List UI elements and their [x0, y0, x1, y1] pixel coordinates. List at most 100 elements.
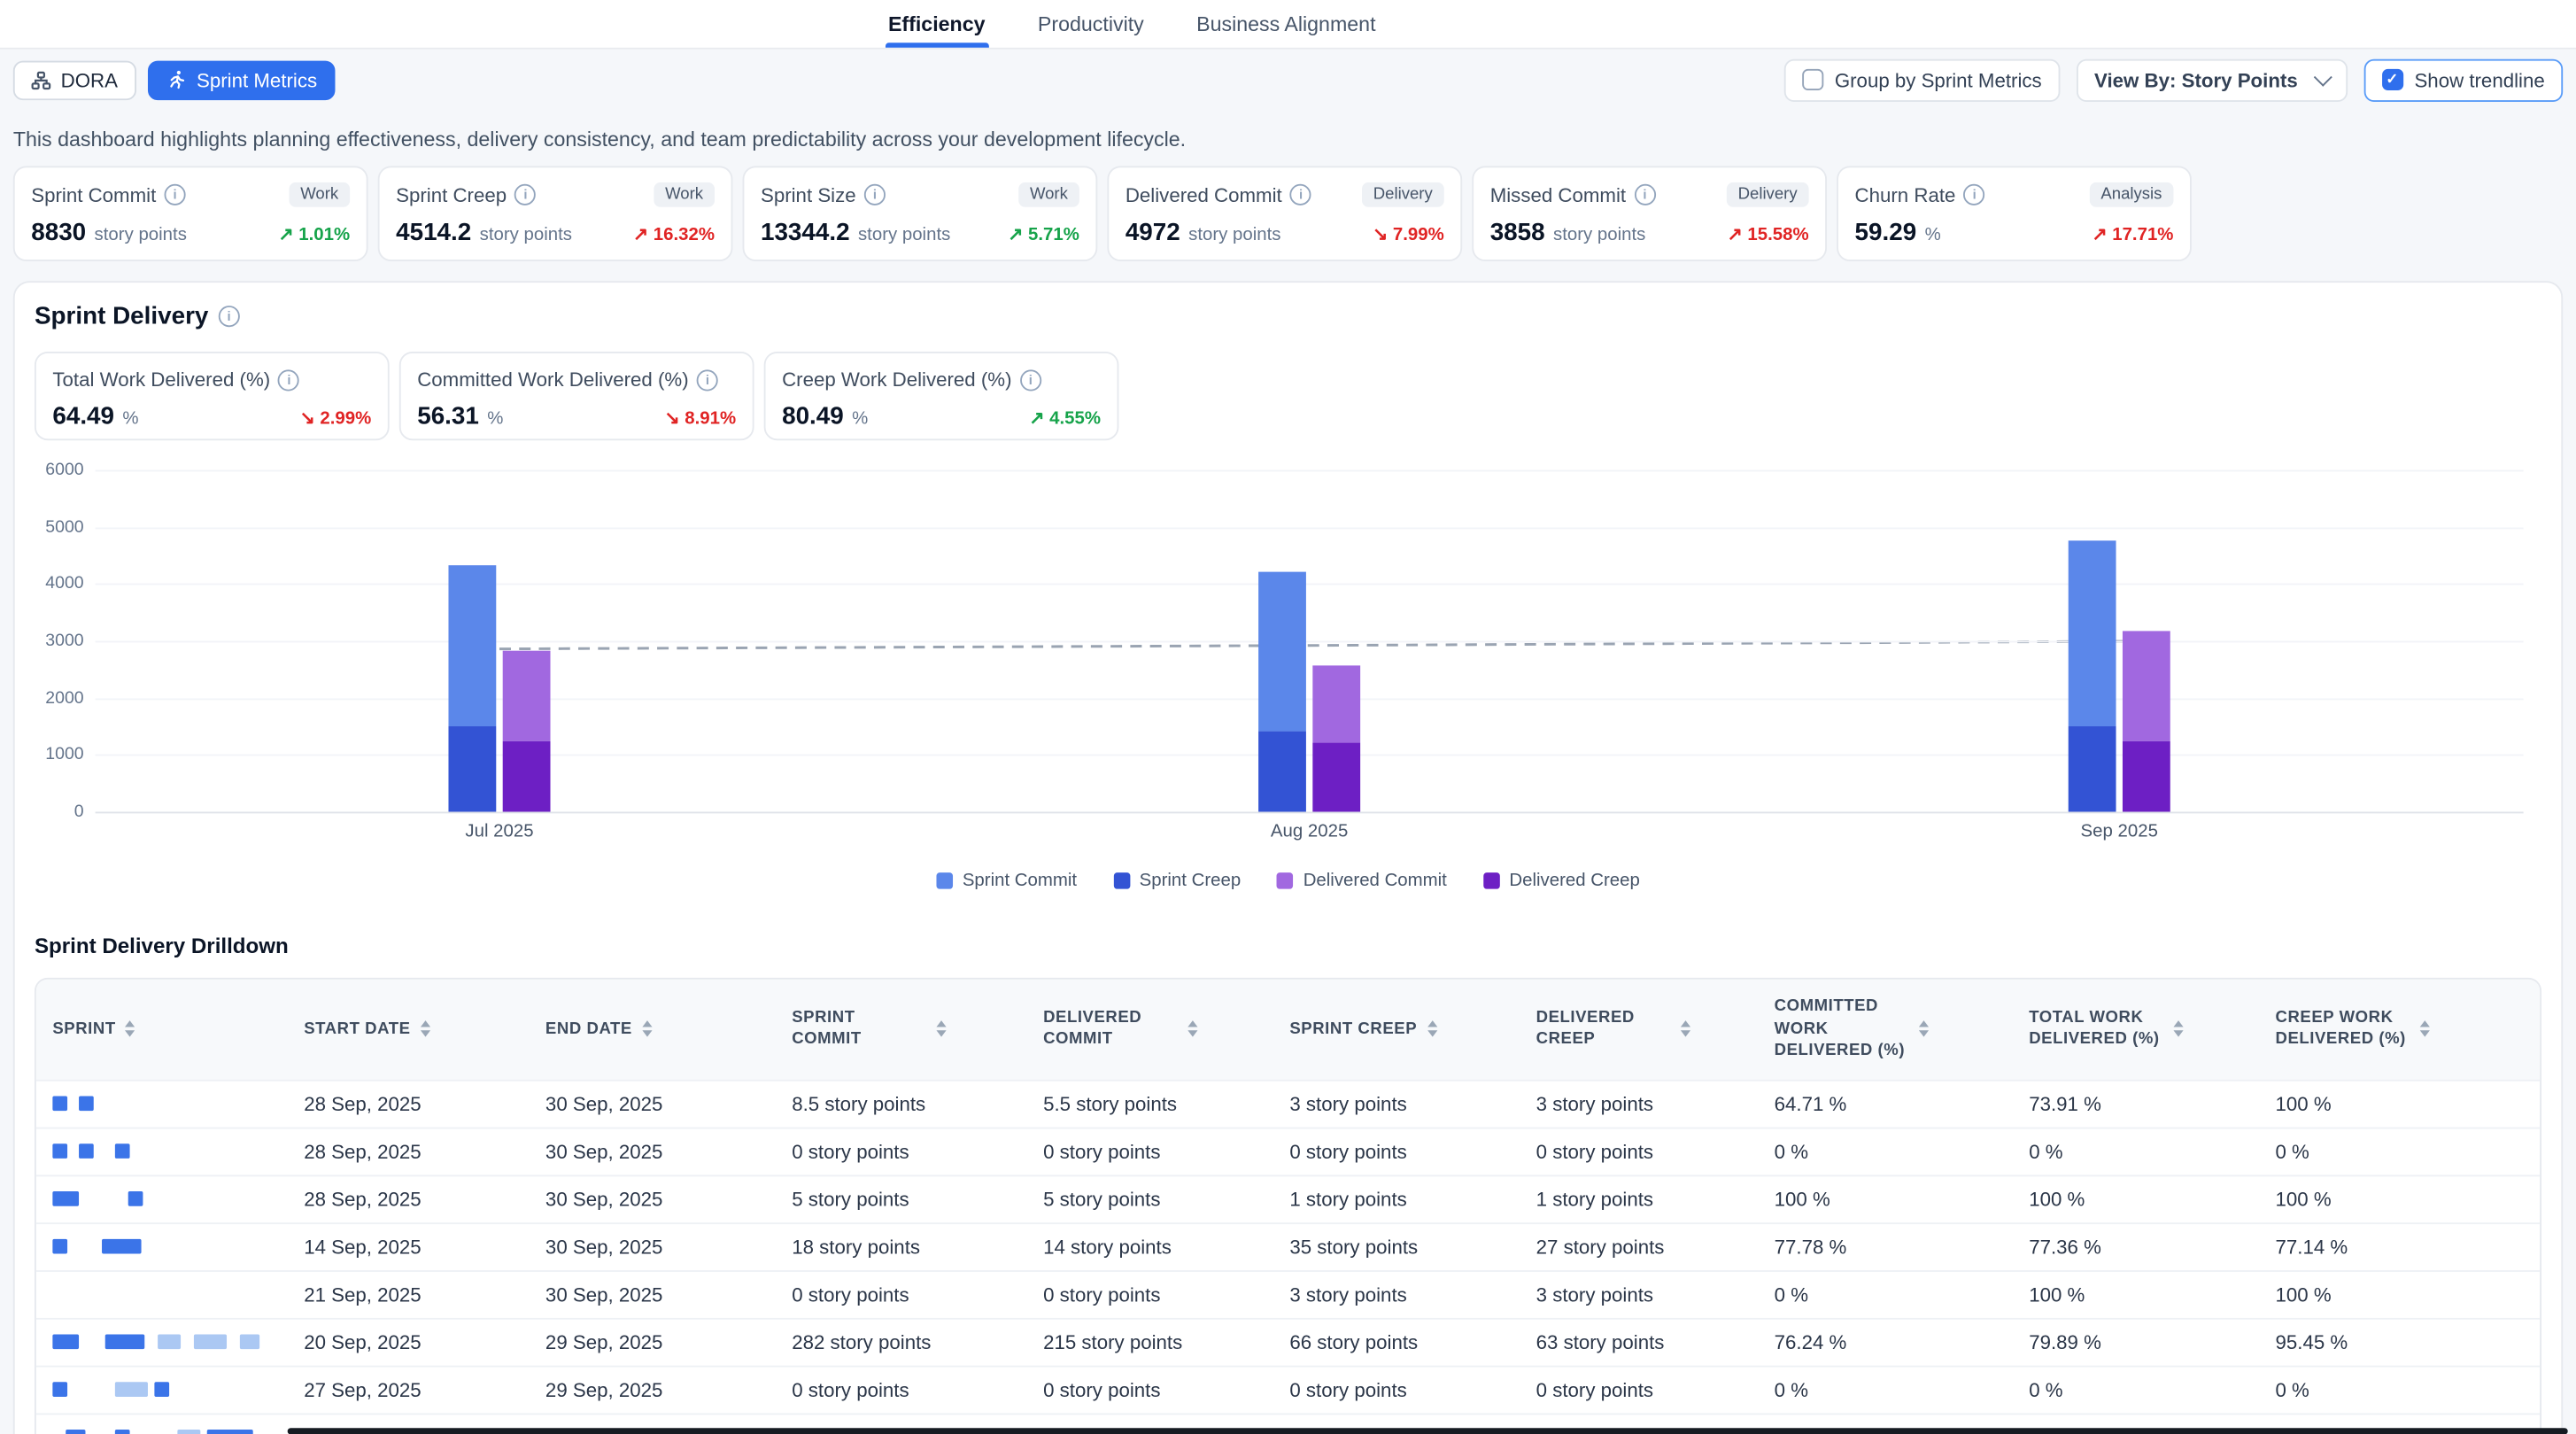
info-icon[interactable]: [864, 184, 886, 205]
column-header-sprint-creep[interactable]: Sprint Creep: [1273, 980, 1520, 1079]
info-icon[interactable]: [1964, 184, 1985, 205]
card-unit: story points: [475, 225, 572, 244]
info-icon[interactable]: [1020, 368, 1041, 390]
sort-icon[interactable]: [936, 1021, 946, 1038]
info-icon[interactable]: [1634, 184, 1655, 205]
info-icon[interactable]: [165, 184, 186, 205]
sort-icon[interactable]: [1427, 1021, 1436, 1038]
bar-segment-delivered-creep[interactable]: [503, 741, 551, 812]
column-header-end-date[interactable]: End Date: [529, 980, 775, 1079]
sort-icon[interactable]: [2420, 1021, 2430, 1038]
table-row[interactable]: 14 Sep, 202530 Sep, 202518 story points1…: [36, 1221, 2540, 1269]
redacted-text-block: [52, 1381, 67, 1396]
column-header-sprint[interactable]: Sprint: [36, 980, 288, 1079]
column-header-delivered-creep[interactable]: Delivered Creep: [1520, 980, 1758, 1079]
info-icon[interactable]: [697, 368, 718, 390]
cell-delivered-creep: 63 story points: [1520, 1319, 1758, 1365]
show-trendline-checkbox[interactable]: [2381, 69, 2402, 90]
column-header-delivered-commit[interactable]: Delivered Commit: [1027, 980, 1273, 1079]
card-unit: story points: [89, 225, 187, 244]
chart-gridline: [96, 527, 2524, 529]
info-icon[interactable]: [278, 368, 299, 390]
sort-icon[interactable]: [126, 1021, 135, 1038]
table-row[interactable]: 21 Sep, 202530 Sep, 20250 story points0 …: [36, 1269, 2540, 1317]
bar-segment-sprint-commit[interactable]: [1258, 572, 1306, 732]
info-icon[interactable]: [1290, 184, 1311, 205]
cell-sprint-name-redacted: [36, 1271, 288, 1317]
y-axis-tick-label: 2000: [45, 688, 83, 708]
tab-efficiency[interactable]: Efficiency: [885, 0, 988, 48]
info-icon[interactable]: [219, 306, 240, 327]
show-trendline-toggle[interactable]: Show trendline: [2363, 58, 2563, 101]
table-row[interactable]: 27 Sep, 202529 Sep, 20250 story points0 …: [36, 1365, 2540, 1413]
bar-segment-delivered-creep[interactable]: [2123, 741, 2170, 812]
table-row[interactable]: 20 Sep, 202529 Sep, 2025282 story points…: [36, 1317, 2540, 1365]
legend-item-sprint-creep[interactable]: Sprint Creep: [1113, 871, 1241, 890]
redacted-text-block: [52, 1143, 67, 1158]
delivery-subcard-total-work-delivered: Total Work Delivered (%)64.49 %↘ 2.99%: [35, 352, 390, 440]
y-axis-tick-label: 6000: [45, 460, 83, 479]
bar-segment-delivered-commit[interactable]: [1312, 665, 1360, 742]
metric-card-sprint-commit: Sprint CommitWork8830 story points↗ 1.01…: [13, 166, 368, 261]
bar-segment-sprint-creep[interactable]: [448, 726, 496, 811]
card-value: 4514.2 story points: [396, 219, 572, 247]
cell-sprint-name-redacted: [36, 1081, 288, 1127]
column-header-committed-work-delivered[interactable]: Committed Work Delivered (%): [1758, 980, 2013, 1079]
horizontal-scrollbar[interactable]: [288, 1428, 2568, 1434]
x-axis-label: Sep 2025: [2081, 822, 2158, 841]
card-title: Missed Commit: [1490, 183, 1656, 206]
legend-item-delivered-commit[interactable]: Delivered Commit: [1277, 871, 1447, 890]
column-header-creep-work-delivered[interactable]: Creep Work Delivered (%): [2259, 980, 2540, 1079]
bar-segment-delivered-commit[interactable]: [503, 650, 551, 740]
cell-end-date: 30 Sep, 2025: [529, 1175, 775, 1221]
bar-segment-delivered-creep[interactable]: [1312, 743, 1360, 812]
sort-icon[interactable]: [1681, 1021, 1690, 1038]
view-by-select[interactable]: View By: Story Points: [2077, 58, 2348, 101]
info-icon[interactable]: [514, 184, 536, 205]
tab-productivity[interactable]: Productivity: [1034, 0, 1147, 48]
group-by-sprint-metrics-toggle[interactable]: Group by Sprint Metrics: [1783, 58, 2060, 101]
group-by-label: Group by Sprint Metrics: [1835, 68, 2042, 91]
cell-sprint-creep: 3 story points: [1273, 1081, 1520, 1127]
cell-sprint-creep: 0 story points: [1273, 1367, 1520, 1413]
legend-item-sprint-commit[interactable]: Sprint Commit: [936, 871, 1077, 890]
cell-delivered-commit: 5.5 story points: [1027, 1081, 1273, 1127]
table-row[interactable]: 28 Sep, 202530 Sep, 20255 story points5 …: [36, 1174, 2540, 1222]
table-row[interactable]: 28 Sep, 202530 Sep, 20250 story points0 …: [36, 1127, 2540, 1174]
sort-icon[interactable]: [1187, 1021, 1197, 1038]
bar-segment-sprint-commit[interactable]: [448, 565, 496, 726]
cell-creep-pct: 100 %: [2259, 1175, 2540, 1221]
bar-segment-delivered-commit[interactable]: [2123, 632, 2170, 741]
bar-segment-sprint-commit[interactable]: [2069, 540, 2116, 726]
card-unit: %: [118, 409, 139, 429]
sort-icon[interactable]: [421, 1021, 430, 1038]
cell-start-date: 20 Sep, 2025: [288, 1319, 530, 1365]
bar-segment-sprint-creep[interactable]: [2069, 726, 2116, 811]
metric-card-sprint-size: Sprint SizeWork13344.2 story points↗ 5.7…: [743, 166, 1098, 261]
dashboard-description: This dashboard highlights planning effec…: [0, 110, 2576, 166]
column-header-sprint-commit[interactable]: Sprint Commit: [776, 980, 1027, 1079]
sprint-metrics-button[interactable]: Sprint Metrics: [147, 60, 335, 100]
sort-icon[interactable]: [1919, 1021, 1929, 1038]
column-header-label: Committed Work Delivered (%): [1775, 996, 1909, 1062]
sort-icon[interactable]: [642, 1021, 652, 1038]
bar-segment-sprint-creep[interactable]: [1258, 732, 1306, 812]
card-unit: %: [1920, 225, 1941, 244]
cell-sprint-name-redacted: [36, 1223, 288, 1269]
legend-item-delivered-creep[interactable]: Delivered Creep: [1483, 871, 1640, 890]
runner-icon: [166, 69, 187, 90]
sort-icon[interactable]: [2173, 1021, 2183, 1038]
card-value: 59.29 %: [1855, 219, 1941, 247]
column-header-total-work-delivered[interactable]: Total Work Delivered (%): [2013, 980, 2259, 1079]
dora-button[interactable]: DORA: [13, 60, 136, 100]
redacted-text-block: [158, 1334, 181, 1349]
cell-end-date: 30 Sep, 2025: [529, 1128, 775, 1174]
cell-start-date: 14 Sep, 2025: [288, 1223, 530, 1269]
cell-delivered-commit: 0 story points: [1027, 1128, 1273, 1174]
y-axis-tick-label: 1000: [45, 745, 83, 764]
table-row[interactable]: 28 Sep, 202530 Sep, 20258.5 story points…: [36, 1079, 2540, 1127]
group-by-checkbox[interactable]: [1802, 69, 1823, 90]
sprint-delivery-chart: 0100020003000400050006000 Jul 2025Aug 20…: [35, 470, 2541, 851]
tab-business-alignment[interactable]: Business Alignment: [1193, 0, 1379, 48]
column-header-start-date[interactable]: Start Date: [288, 980, 530, 1079]
